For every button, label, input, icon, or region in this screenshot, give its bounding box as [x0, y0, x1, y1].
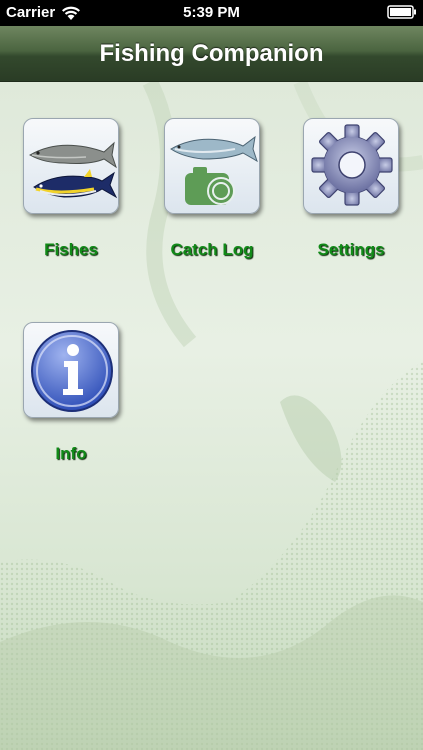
catch-log-icon	[164, 118, 260, 214]
tile-catch-log[interactable]: Catch Log	[164, 118, 260, 260]
tile-label: Fishes	[44, 240, 98, 259]
info-icon	[23, 322, 119, 418]
navigation-bar: Fishing Companion	[0, 26, 423, 82]
status-right	[387, 5, 417, 19]
fish-icon	[23, 118, 119, 214]
status-time: 5:39 PM	[183, 4, 240, 21]
page-title: Fishing Companion	[99, 40, 324, 67]
tile-settings[interactable]: Settings	[303, 118, 399, 260]
battery-icon	[387, 5, 417, 19]
tile-info[interactable]: Info	[23, 322, 119, 464]
tile-fishes[interactable]: Fishes	[23, 118, 119, 260]
tile-label: Info	[55, 444, 87, 463]
tile-label: Catch Log	[170, 240, 254, 259]
tile-label: Settings	[317, 240, 385, 259]
status-bar: Carrier 5:39 PM	[0, 0, 423, 26]
gear-icon	[303, 118, 399, 214]
